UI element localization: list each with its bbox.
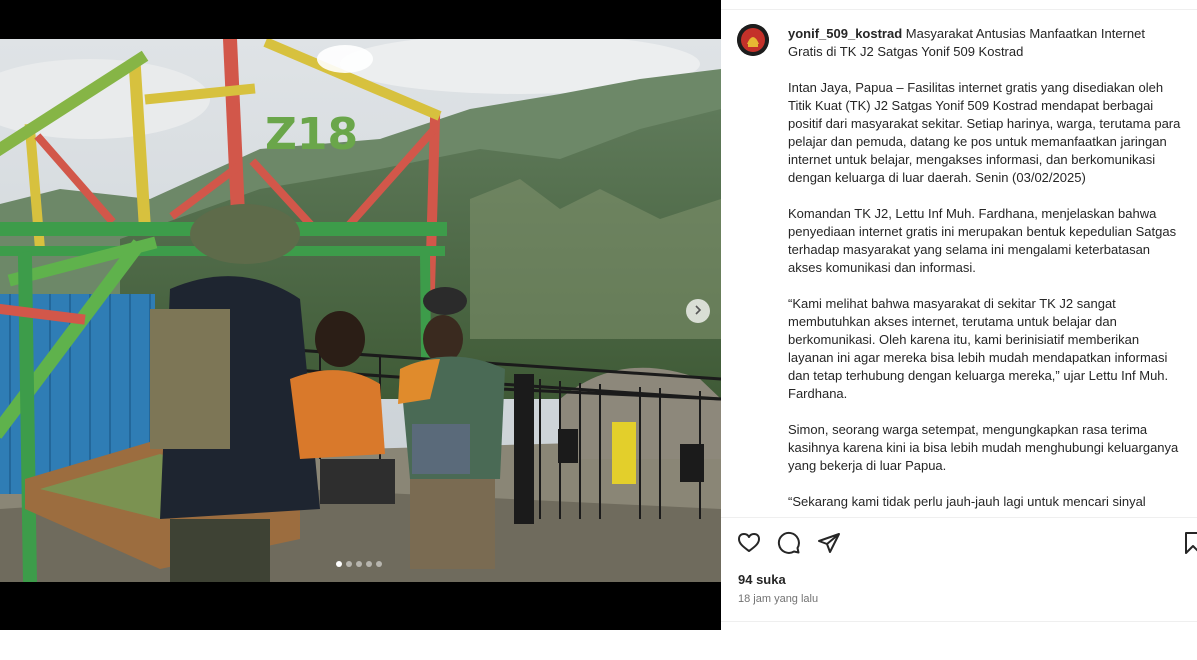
bookmark-icon[interactable] [1181,531,1197,555]
caption-paragraph: Simon, seorang warga setempat, mengungka… [788,422,1179,473]
post-media: Z18 [0,0,721,630]
carousel-dot [366,561,372,567]
post-photo: Z18 [0,39,721,582]
comment-icon[interactable] [777,531,801,555]
carousel-dot [376,561,382,567]
caption-paragraph: Komandan TK J2, Lettu Inf Muh. Fardhana,… [788,206,1177,275]
divider [721,621,1197,622]
avatar[interactable] [737,24,769,56]
caption-paragraph: “Kami melihat bahwa masyarakat di sekita… [788,296,1169,401]
divider [721,9,1197,10]
heart-icon[interactable] [737,531,761,555]
chevron-right-icon [693,302,703,320]
action-bar [737,531,1197,555]
username-link[interactable]: yonif_509_kostrad [788,26,902,41]
carousel-dot [356,561,362,567]
post-timestamp[interactable]: 18 jam yang lalu [738,593,818,605]
post-side-panel: yonif_509_kostrad Masyarakat Antusias Ma… [721,0,1197,630]
carousel-dot [336,561,342,567]
divider [721,517,1197,518]
carousel-dots [336,561,382,567]
caption-paragraph: “Sekarang kami tidak perlu jauh-jauh lag… [788,494,1146,509]
caption-paragraph: Intan Jaya, Papua – Fasilitas internet g… [788,80,1181,185]
sign-text: Z18 [265,109,358,160]
next-slide-button[interactable] [686,299,710,323]
like-count[interactable]: 94 suka [738,572,786,587]
caption: yonif_509_kostrad Masyarakat Antusias Ma… [788,25,1183,517]
carousel-dot [346,561,352,567]
paper-plane-icon[interactable] [817,531,841,555]
